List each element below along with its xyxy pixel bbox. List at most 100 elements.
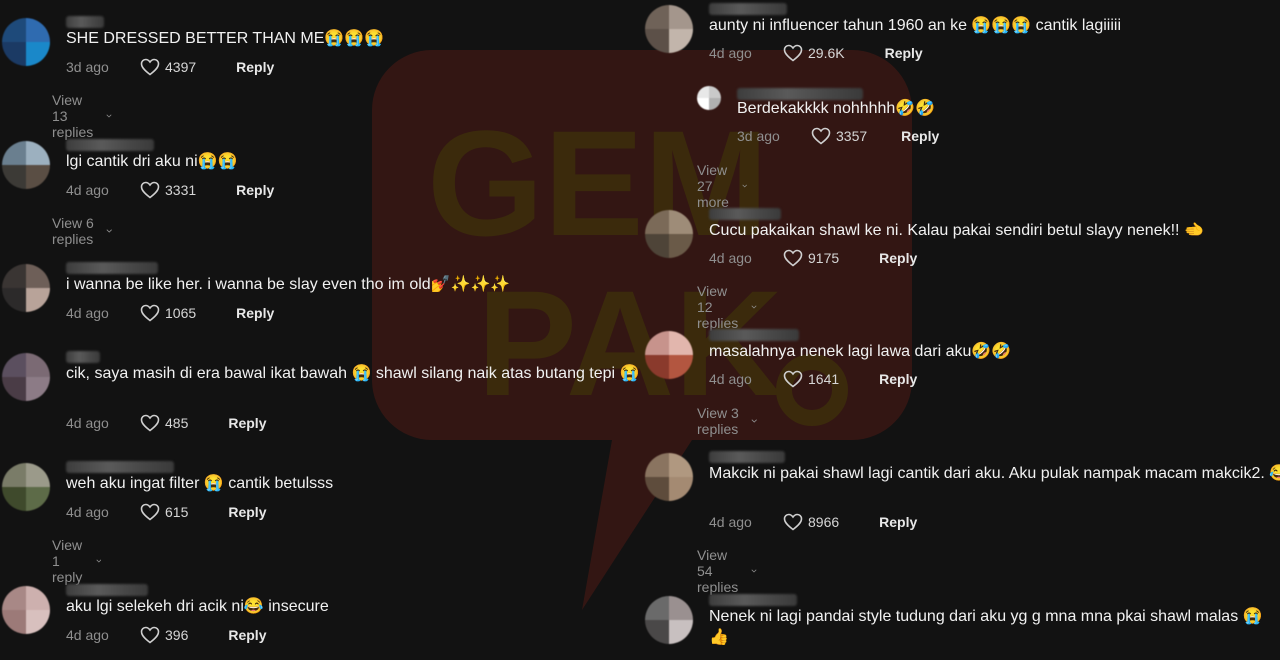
username-blurred[interactable] [709,208,781,220]
comment-text: cik, saya masih di era bawal ikat bawah … [66,365,640,382]
chevron-down-icon [106,114,112,118]
chevron-down-icon [106,229,112,233]
comment-meta: 4d ago 396 Reply [66,626,266,644]
like-count: 9175 [808,250,840,266]
heart-icon [140,58,160,76]
reply-button[interactable]: Reply [236,305,274,321]
like-count: 485 [165,415,189,431]
view-replies-button[interactable]: View 6 replies [52,215,112,247]
reply-button[interactable]: Reply [228,415,266,431]
comment-meta: 4d ago 615 Reply [66,503,266,521]
avatar[interactable] [645,210,693,258]
avatar[interactable] [2,353,50,401]
comment-text: Cucu pakaikan shawl ke ni. Kalau pakai s… [709,222,1204,239]
reply-button[interactable]: Reply [901,128,939,144]
like-button[interactable]: 1065 [140,304,196,322]
like-button[interactable]: 9175 [783,249,839,267]
username-blurred[interactable] [66,584,148,596]
view-replies-button[interactable]: View 1 reply [52,537,101,585]
like-button[interactable]: 485 [140,414,188,432]
comment-meta: 4d ago 485 Reply [66,414,266,432]
avatar[interactable] [645,331,693,379]
reply-button[interactable]: Reply [879,250,917,266]
like-button[interactable]: 1641 [783,370,839,388]
like-button[interactable]: 3357 [811,127,867,145]
avatar[interactable] [2,586,50,634]
reply-button[interactable]: Reply [228,504,266,520]
avatar[interactable] [645,453,693,501]
comment-text: masalahnya nenek lagi lawa dari aku🤣🤣 [709,343,1012,360]
comment-text: weh aku ingat filter 😭 cantik betulsss [66,475,334,492]
comment-date: 4d ago [709,250,752,266]
like-count: 29.6K [808,45,845,61]
like-button[interactable]: 3331 [140,181,196,199]
comment-date: 4d ago [66,305,109,321]
heart-icon [140,626,160,644]
view-replies-button[interactable]: View 27 more [697,162,748,210]
like-button[interactable]: 396 [140,626,188,644]
heart-icon [783,513,803,531]
avatar[interactable] [2,264,50,312]
like-button[interactable]: 615 [140,503,188,521]
chevron-down-icon [751,569,757,573]
like-button[interactable]: 4397 [140,58,196,76]
view-replies-button[interactable]: View 3 replies [697,405,757,437]
reply-button[interactable]: Reply [879,514,917,530]
heart-icon [140,503,160,521]
view-replies-label: View 3 replies [697,405,739,437]
comment-date: 3d ago [66,59,109,75]
comment-text: Berdekakkkk nohhhhh🤣🤣 [737,100,936,117]
username-blurred[interactable] [66,16,104,28]
like-count: 615 [165,504,189,520]
comment-text: Makcik ni pakai shawl lagi cantik dari a… [709,465,1280,482]
view-replies-button[interactable]: View 54 replies [697,547,757,595]
like-count: 396 [165,627,189,643]
view-replies-label: View 54 replies [697,547,739,595]
avatar[interactable] [2,463,50,511]
view-replies-button[interactable]: View 13 replies [52,92,112,140]
chevron-down-icon [742,184,748,188]
reply-button[interactable]: Reply [228,627,266,643]
heart-icon [811,127,831,145]
reply-button[interactable]: Reply [879,371,917,387]
username-blurred[interactable] [709,3,787,15]
chevron-down-icon [751,419,757,423]
reply-button[interactable]: Reply [885,45,923,61]
comment-meta: 3d ago 3357 Reply [737,127,939,145]
avatar[interactable] [697,86,721,110]
username-blurred[interactable] [709,329,799,341]
comment-meta: 4d ago 3331 Reply [66,181,274,199]
view-replies-label: View 12 replies [697,283,739,331]
username-blurred[interactable] [66,139,154,151]
heart-icon [783,249,803,267]
avatar[interactable] [2,141,50,189]
username-blurred[interactable] [66,351,100,363]
reply-button[interactable]: Reply [236,182,274,198]
view-replies-button[interactable]: View 12 replies [697,283,757,331]
avatar[interactable] [2,18,50,66]
heart-icon [140,414,160,432]
view-replies-label: View 13 replies [52,92,94,140]
avatar[interactable] [645,596,693,644]
comment-meta: 4d ago 1641 Reply [709,370,917,388]
view-replies-label: View 1 reply [52,537,83,585]
comment-date: 3d ago [737,128,780,144]
like-count: 1065 [165,305,197,321]
heart-icon [140,304,160,322]
comment-text: lgi cantik dri aku ni😭😭 [66,153,238,170]
comment-date: 4d ago [709,514,752,530]
username-blurred[interactable] [709,594,797,606]
like-count: 3331 [165,182,197,198]
username-blurred[interactable] [66,461,174,473]
like-button[interactable]: 8966 [783,513,839,531]
username-blurred[interactable] [66,262,158,274]
comment-text: aunty ni influencer tahun 1960 an ke 😭😭😭… [709,17,1121,34]
like-button[interactable]: 29.6K [783,44,845,62]
like-count: 3357 [836,128,868,144]
avatar[interactable] [645,5,693,53]
heart-icon [783,44,803,62]
view-replies-label: View 27 more [697,162,729,210]
reply-button[interactable]: Reply [236,59,274,75]
comment-text: aku lgi selekeh dri acik ni😂 insecure [66,598,329,615]
username-blurred[interactable] [709,451,785,463]
